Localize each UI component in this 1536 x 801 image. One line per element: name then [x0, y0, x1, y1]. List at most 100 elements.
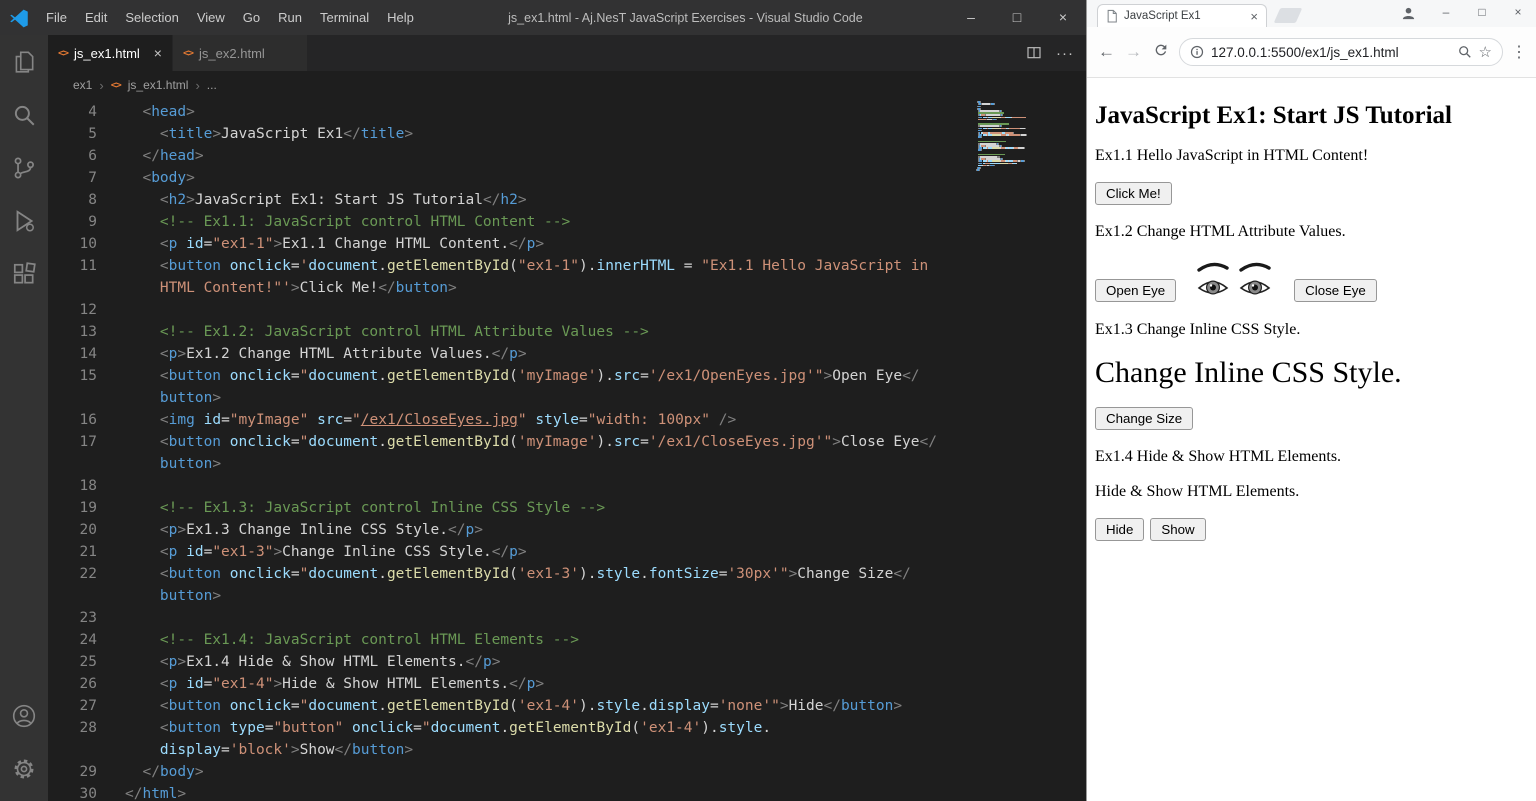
chevron-right-icon: ›	[195, 77, 200, 93]
code-line[interactable]: 23	[48, 607, 1086, 629]
minimize-button[interactable]: –	[1428, 0, 1464, 24]
code-line[interactable]: 4 <head>	[48, 101, 1086, 123]
code-line[interactable]: 27 <button onclick="document.getElementB…	[48, 695, 1086, 717]
code-line[interactable]: 15 <button onclick="document.getElementB…	[48, 365, 1086, 387]
code-line[interactable]: HTML Content!"'>Click Me!</button>	[48, 277, 1086, 299]
tab-label: js_ex1.html	[74, 45, 140, 61]
code-line[interactable]: 17 <button onclick="document.getElementB…	[48, 431, 1086, 453]
vscode-titlebar: File Edit Selection View Go Run Terminal Help j…	[0, 0, 1086, 35]
search-icon[interactable]	[0, 88, 48, 141]
url-text[interactable]: 127.0.0.1:5500/ex1/js_ex1.html	[1211, 45, 1451, 60]
extensions-icon[interactable]	[0, 247, 48, 300]
browser-menu-icon[interactable]: ⋮	[1508, 42, 1530, 62]
tab-js-ex2[interactable]: <> js_ex2.html	[172, 35, 308, 71]
run-debug-icon[interactable]	[0, 194, 48, 247]
editor-actions: ···	[1026, 35, 1086, 71]
close-button[interactable]: ×	[1040, 0, 1086, 35]
address-bar[interactable]: 127.0.0.1:5500/ex1/js_ex1.html ☆	[1179, 38, 1503, 66]
split-editor-icon[interactable]	[1026, 45, 1042, 61]
code-line[interactable]: 22 <button onclick="document.getElementB…	[48, 563, 1086, 585]
breadcrumb-item-symbol[interactable]: ...	[207, 78, 217, 92]
show-button[interactable]: Show	[1150, 518, 1206, 541]
click-me-button[interactable]: Click Me!	[1095, 182, 1172, 205]
browser-tab[interactable]: JavaScript Ex1 ×	[1097, 4, 1267, 27]
html-file-icon: <>	[58, 47, 69, 59]
code-line[interactable]: display='block'>Show</button>	[48, 739, 1086, 761]
ex1-1-paragraph: Ex1.1 Hello JavaScript in HTML Content!	[1095, 147, 1369, 164]
code-line[interactable]: 8 <h2>JavaScript Ex1: Start JS Tutorial<…	[48, 189, 1086, 211]
bookmark-star-icon[interactable]: ☆	[1479, 43, 1492, 61]
html-file-icon: <>	[110, 79, 122, 91]
code-line[interactable]: 6 </head>	[48, 145, 1086, 167]
more-actions-icon[interactable]: ···	[1056, 45, 1074, 62]
explorer-icon[interactable]	[0, 35, 48, 88]
code-line[interactable]: 19 <!-- Ex1.3: JavaScript control Inline…	[48, 497, 1086, 519]
editor-tab-bar: <> js_ex1.html × <> js_ex2.html ···	[48, 35, 1086, 71]
maximize-button[interactable]: □	[1464, 0, 1500, 24]
browser-window-controls: – □ ×	[1428, 0, 1536, 24]
menu-run[interactable]: Run	[269, 0, 311, 35]
html-file-icon: <>	[182, 47, 194, 59]
ex1-4-paragraph: Ex1.4 Hide & Show HTML Elements.	[1095, 448, 1342, 465]
code-line[interactable]: 7 <body>	[48, 167, 1086, 189]
code-line[interactable]: 9 <!-- Ex1.1: JavaScript control HTML Co…	[48, 211, 1086, 233]
menu-help[interactable]: Help	[378, 0, 423, 35]
profile-icon[interactable]	[1401, 6, 1416, 21]
code-line[interactable]: button>	[48, 585, 1086, 607]
maximize-button[interactable]: □	[994, 0, 1040, 35]
source-control-icon[interactable]	[0, 141, 48, 194]
breadcrumb-item-ex1[interactable]: ex1	[73, 78, 92, 92]
menu-terminal[interactable]: Terminal	[311, 0, 378, 35]
settings-gear-icon[interactable]	[0, 742, 48, 795]
menu-go[interactable]: Go	[234, 0, 269, 35]
tab-close-icon[interactable]: ×	[1250, 9, 1258, 24]
code-line[interactable]: 20 <p>Ex1.3 Change Inline CSS Style.</p>	[48, 519, 1086, 541]
menu-file[interactable]: File	[37, 0, 76, 35]
code-line[interactable]: 21 <p id="ex1-3">Change Inline CSS Style…	[48, 541, 1086, 563]
tab-js-ex1[interactable]: <> js_ex1.html ×	[48, 35, 173, 71]
code-line[interactable]: 24 <!-- Ex1.4: JavaScript control HTML E…	[48, 629, 1086, 651]
forward-button[interactable]: →	[1120, 42, 1147, 62]
breadcrumb-item-file[interactable]: js_ex1.html	[128, 78, 189, 92]
menu-view[interactable]: View	[188, 0, 234, 35]
code-line[interactable]: 25 <p>Ex1.4 Hide & Show HTML Elements.</…	[48, 651, 1086, 673]
refresh-button[interactable]	[1147, 42, 1174, 63]
breadcrumb: ex1 › <> js_ex1.html › ...	[48, 71, 1086, 99]
code-lines[interactable]: 4 <head> 5 <title>JavaScript Ex1</title> 6…	[48, 101, 1086, 801]
code-line[interactable]: 10 <p id="ex1-1">Ex1.1 Change HTML Conte…	[48, 233, 1086, 255]
minimap[interactable]	[976, 101, 1068, 171]
close-button[interactable]: ×	[1500, 0, 1536, 24]
code-line[interactable]: 30 </html>	[48, 783, 1086, 801]
tab-close-icon[interactable]: ×	[154, 45, 162, 61]
activity-bar-bottom	[0, 689, 48, 801]
code-editor[interactable]: 4 <head> 5 <title>JavaScript Ex1</title> 6…	[48, 99, 1086, 801]
hide-button[interactable]: Hide	[1095, 518, 1145, 541]
ex1-4-toggle-paragraph: Hide & Show HTML Elements.	[1095, 483, 1300, 500]
code-line[interactable]: 16 <img id="myImage" src="/ex1/CloseEyes…	[48, 409, 1086, 431]
code-line[interactable]: 29 </body>	[48, 761, 1086, 783]
menu-selection[interactable]: Selection	[116, 0, 187, 35]
menubar: File Edit Selection View Go Run Terminal Help	[37, 0, 423, 35]
code-line[interactable]: 13 <!-- Ex1.2: JavaScript control HTML A…	[48, 321, 1086, 343]
account-icon[interactable]	[0, 689, 48, 742]
code-line[interactable]: 11 <button onclick='document.getElementB…	[48, 255, 1086, 277]
close-eye-button[interactable]: Close Eye	[1294, 279, 1377, 302]
code-line[interactable]: 14 <p>Ex1.2 Change HTML Attribute Values…	[48, 343, 1086, 365]
new-tab-button[interactable]	[1273, 8, 1303, 23]
menu-edit[interactable]: Edit	[76, 0, 116, 35]
open-eye-button[interactable]: Open Eye	[1095, 279, 1177, 302]
zoom-icon[interactable]	[1458, 45, 1472, 59]
minimize-button[interactable]: –	[948, 0, 994, 35]
code-line[interactable]: 28 <button type="button" onclick="docume…	[48, 717, 1086, 739]
code-line[interactable]: button>	[48, 387, 1086, 409]
code-line[interactable]: 26 <p id="ex1-4">Hide & Show HTML Elemen…	[48, 673, 1086, 695]
code-line[interactable]: 18	[48, 475, 1086, 497]
code-line[interactable]: 5 <title>JavaScript Ex1</title>	[48, 123, 1086, 145]
change-size-button[interactable]: Change Size	[1095, 407, 1194, 430]
ex1-3-paragraph: Ex1.3 Change Inline CSS Style.	[1095, 321, 1301, 338]
info-icon[interactable]	[1190, 45, 1204, 59]
code-line[interactable]: 12	[48, 299, 1086, 321]
page-favicon	[1107, 9, 1117, 23]
code-line[interactable]: button>	[48, 453, 1086, 475]
back-button[interactable]: ←	[1093, 42, 1120, 62]
